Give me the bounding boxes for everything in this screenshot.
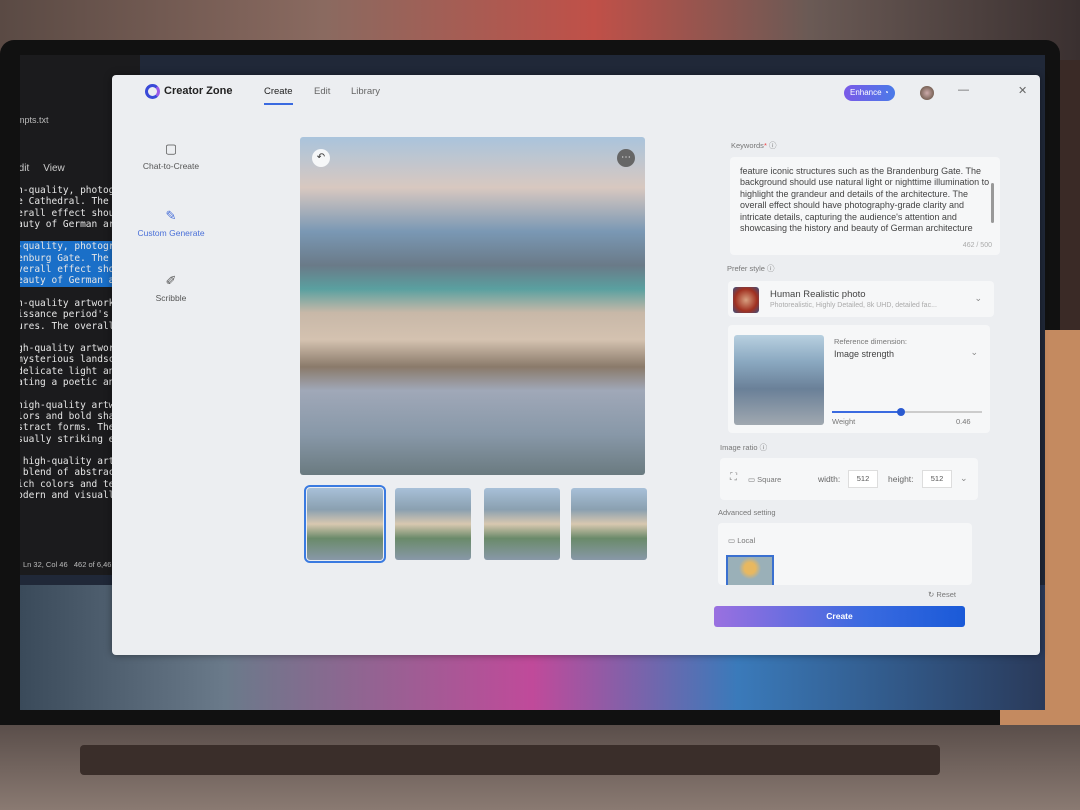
scrollbar[interactable] bbox=[991, 183, 994, 223]
sidebar-item-scribble[interactable]: ✐ Scribble bbox=[126, 273, 216, 303]
advanced-setting-label: Advanced setting bbox=[718, 508, 776, 517]
sidebar-item-label: Scribble bbox=[155, 293, 187, 303]
ratio-name: Square bbox=[757, 475, 782, 484]
chevron-down-icon: ⌄ bbox=[974, 293, 982, 303]
style-dropdown[interactable]: Human Realistic photo Photorealistic, Hi… bbox=[728, 281, 994, 317]
undo-icon[interactable]: ↶ bbox=[312, 149, 330, 167]
reference-label: Reference dimension: bbox=[834, 337, 907, 346]
width-input[interactable]: 512 bbox=[848, 470, 878, 488]
keywords-text: feature iconic structures such as the Br… bbox=[740, 166, 990, 234]
sidebar-item-chat-to-create[interactable]: ▢ Chat-to-Create bbox=[126, 141, 216, 171]
scribble-icon: ✐ bbox=[165, 273, 177, 288]
reset-button[interactable]: ↻ Reset bbox=[928, 590, 956, 599]
avatar[interactable] bbox=[920, 86, 934, 100]
tab-create[interactable]: Create bbox=[264, 86, 293, 105]
menu-edit[interactable]: Edit bbox=[20, 163, 29, 174]
local-image[interactable] bbox=[726, 555, 774, 585]
slider-fill bbox=[832, 411, 901, 413]
thumbnail-4[interactable] bbox=[571, 488, 647, 560]
image-ratio-text: Image ratio bbox=[720, 443, 758, 452]
thumbnail-3[interactable] bbox=[484, 488, 560, 560]
thumbnail-1[interactable] bbox=[304, 485, 386, 563]
laptop-icon: ▭ bbox=[728, 536, 736, 545]
prefer-style-label: Prefer style ⓘ bbox=[727, 264, 775, 273]
menu-view[interactable]: View bbox=[43, 163, 65, 174]
thumbnail-2[interactable] bbox=[395, 488, 471, 560]
advanced-setting-card: ▭ Local bbox=[718, 523, 972, 585]
sidebar-item-custom-generate[interactable]: ✎ Custom Generate bbox=[126, 208, 216, 238]
sidebar-item-label: Custom Generate bbox=[137, 228, 205, 238]
local-option[interactable]: ▭ Local bbox=[728, 536, 755, 545]
keywords-label: Keywords* ⓘ bbox=[731, 141, 777, 150]
logo-icon bbox=[145, 84, 160, 99]
sidebar-item-label: Chat-to-Create bbox=[142, 161, 200, 171]
reference-image[interactable] bbox=[734, 335, 824, 425]
more-icon[interactable]: ⋯ bbox=[617, 149, 635, 167]
notepad-title: prompts.txt bbox=[20, 115, 49, 125]
status-position: Ln 32, Col 46 bbox=[23, 560, 68, 569]
style-thumbnail bbox=[733, 287, 759, 313]
chat-icon: ▢ bbox=[164, 141, 178, 156]
creator-zone-window: Creator Zone Create Edit Library Enhance… bbox=[112, 75, 1040, 655]
chevron-down-icon[interactable]: ⌄ bbox=[960, 473, 968, 484]
chevron-down-icon[interactable]: ⌄ bbox=[970, 347, 978, 358]
style-title: Human Realistic photo bbox=[770, 289, 866, 300]
image-ratio-card: ⛶ ▭ Square width: 512 height: 512 ⌄ bbox=[720, 458, 978, 500]
minimize-button[interactable]: — bbox=[958, 84, 969, 96]
height-input[interactable]: 512 bbox=[922, 470, 952, 488]
height-label: height: bbox=[888, 474, 914, 484]
enhance-icon: ◔ bbox=[883, 88, 889, 97]
reset-icon: ↻ bbox=[928, 590, 935, 599]
image-ratio-label: Image ratio ⓘ bbox=[720, 443, 768, 452]
keywords-textarea[interactable]: feature iconic structures such as the Br… bbox=[730, 157, 1000, 255]
slider-handle[interactable] bbox=[897, 408, 905, 416]
weight-slider[interactable] bbox=[832, 408, 982, 416]
close-button[interactable]: ✕ bbox=[1018, 84, 1027, 97]
notepad-menu: Edit View bbox=[20, 163, 65, 174]
weight-value: 0.46 bbox=[956, 417, 971, 426]
reference-card: Reference dimension: Image strength ⌄ We… bbox=[728, 325, 990, 433]
tab-library[interactable]: Library bbox=[351, 86, 380, 97]
reset-label: Reset bbox=[936, 590, 956, 599]
create-button[interactable]: Create bbox=[714, 606, 965, 627]
wand-icon: ✎ bbox=[165, 208, 177, 223]
enhance-label: Enhance bbox=[850, 88, 882, 97]
reference-dropdown[interactable]: Image strength bbox=[834, 349, 894, 359]
enhance-button[interactable]: Enhance ◔ bbox=[844, 85, 895, 101]
crop-icon[interactable]: ⛶ bbox=[730, 472, 737, 483]
weight-label: Weight bbox=[832, 417, 856, 426]
style-subtitle: Photorealistic, Highly Detailed, 8k UHD,… bbox=[770, 302, 937, 309]
width-label: width: bbox=[818, 474, 841, 484]
header: Creator Zone Create Edit Library Enhance… bbox=[112, 75, 1040, 109]
generated-image: ↶ ⋯ bbox=[300, 137, 645, 475]
square-option[interactable]: ▭ Square bbox=[748, 475, 781, 484]
prefer-style-text: Prefer style bbox=[727, 264, 765, 273]
keywords-label-text: Keywords bbox=[731, 141, 764, 150]
keywords-count: 462 / 500 bbox=[962, 241, 992, 249]
laptop-hinge bbox=[80, 745, 940, 775]
local-label: Local bbox=[737, 536, 756, 545]
tab-edit[interactable]: Edit bbox=[314, 86, 330, 97]
app-title: Creator Zone bbox=[164, 85, 233, 97]
